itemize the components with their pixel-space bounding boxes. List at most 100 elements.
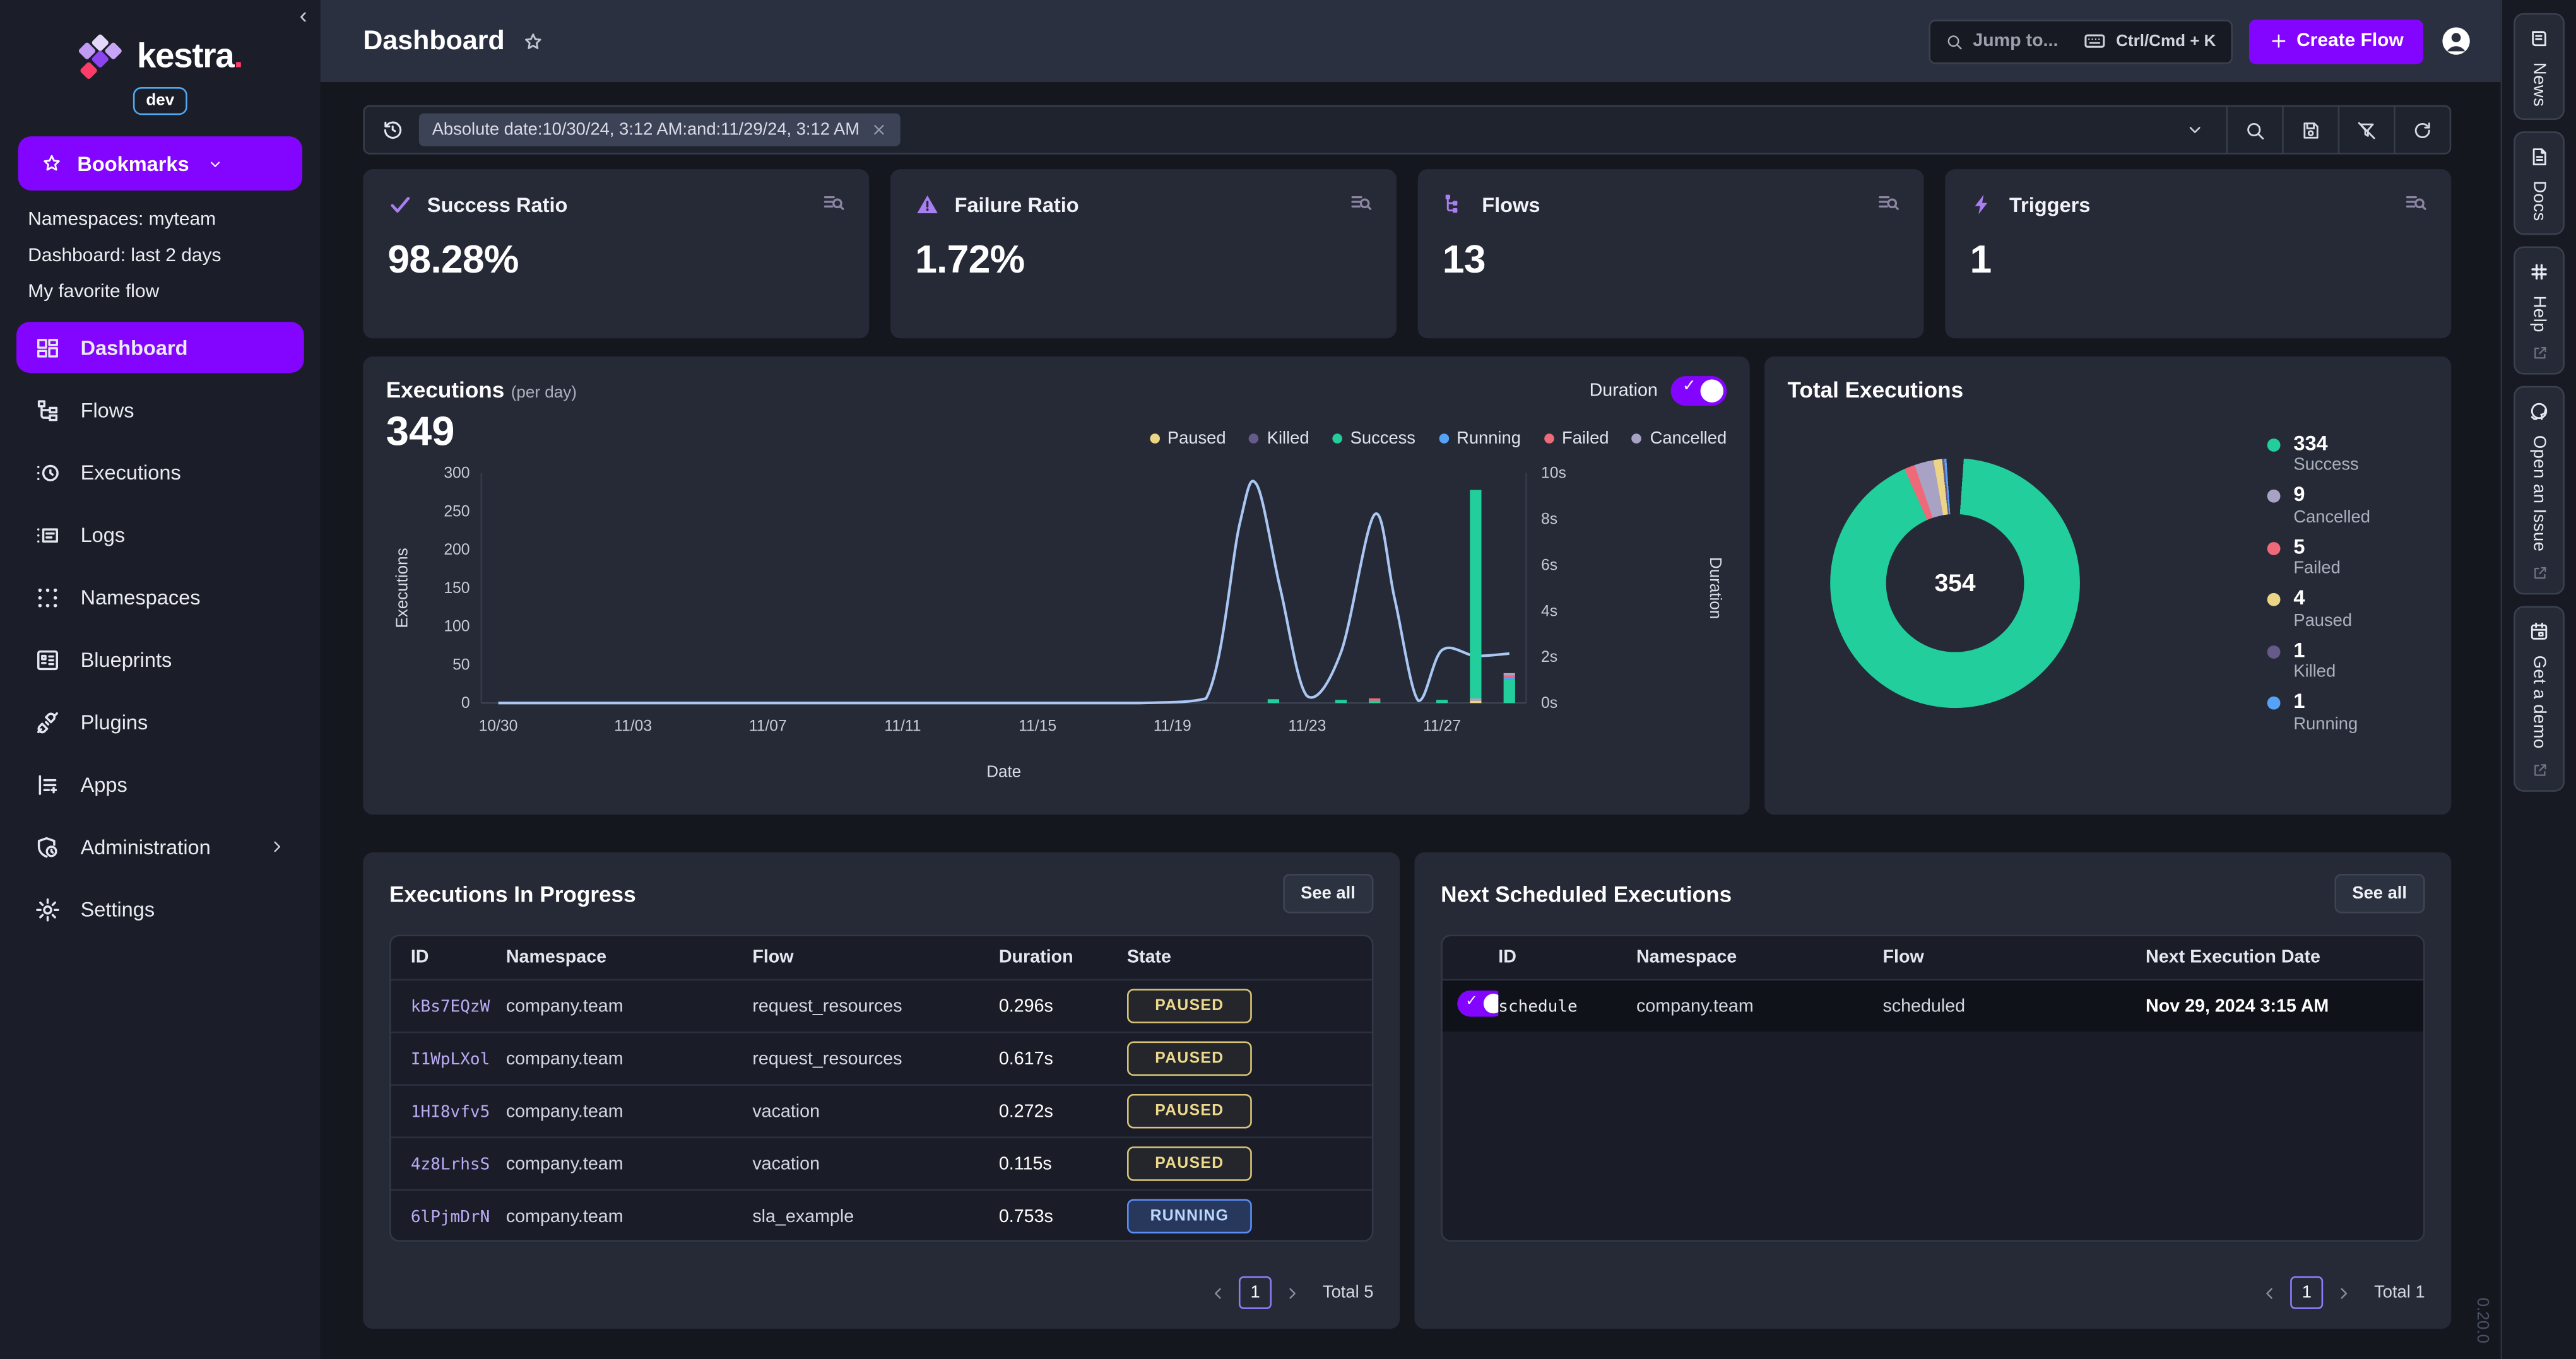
total-executions-donut: 354 [1830, 459, 2080, 709]
execution-id-link[interactable]: kBs7EQzW [411, 998, 490, 1016]
stat-card-value: 1.72% [915, 238, 1372, 284]
donut-legend-item-killed[interactable]: 1Killed [2267, 638, 2428, 683]
date-filter-chip[interactable]: Absolute date:10/30/24, 3:12 AM:and:11/2… [419, 114, 901, 146]
sidebar-item-dashboard[interactable]: Dashboard [16, 322, 304, 373]
namespace-cell: company.team [506, 1102, 753, 1121]
legend-item-cancelled[interactable]: Cancelled [1632, 428, 1727, 448]
legend-label: Failed [2293, 559, 2340, 580]
sidebar-item-administration[interactable]: Administration [16, 821, 304, 873]
execution-id-link[interactable]: 6lPjmDrN [411, 1208, 490, 1227]
rail-tab-open-an-issue[interactable]: Open an Issue [2514, 386, 2565, 594]
see-all-button[interactable]: See all [1283, 874, 1374, 913]
blueprints-icon [35, 646, 61, 673]
state-badge: PAUSED [1127, 989, 1252, 1023]
filter-save-button[interactable] [2282, 107, 2338, 153]
bookmarks-button[interactable]: Bookmarks [18, 136, 302, 191]
execution-row[interactable]: I1WpLXolcompany.teamrequest_resources0.6… [391, 1032, 1372, 1084]
total-executions-panel: Total Executions 354 334Success 9Cancelle… [1764, 356, 2451, 815]
bookmark-link[interactable]: My favorite flow [28, 283, 320, 302]
flow-cell: scheduled [1882, 996, 2146, 1016]
warning-icon [915, 192, 940, 217]
execution-row[interactable]: kBs7EQzWcompany.teamrequest_resources0.2… [391, 979, 1372, 1032]
bookmark-link[interactable]: Namespaces: myteam [28, 210, 320, 230]
sidebar-item-plugins[interactable]: Plugins [16, 697, 304, 748]
filter-search-button[interactable] [2226, 107, 2283, 153]
executions-panel: Executions(per day) Duration ✓ 349 Pause… [363, 356, 1749, 815]
chevron-down-icon [207, 155, 223, 172]
rail-tab-help[interactable]: Help [2514, 246, 2565, 375]
prev-page-icon[interactable] [1209, 1284, 1227, 1302]
legend-item-running[interactable]: Running [1438, 428, 1520, 448]
legend-dot [1438, 433, 1448, 444]
favorite-star-icon[interactable] [523, 30, 544, 52]
legend-item-success[interactable]: Success [1332, 428, 1415, 448]
execution-id-link[interactable]: 1HI8vfv5 [411, 1103, 490, 1121]
close-icon[interactable] [871, 122, 887, 138]
bookmark-link[interactable]: Dashboard: last 2 days [28, 247, 320, 266]
donut-legend-item-failed[interactable]: 5Failed [2267, 536, 2428, 580]
sidebar-item-executions[interactable]: Executions [16, 447, 304, 498]
legend-item-failed[interactable]: Failed [1544, 428, 1609, 448]
legend-label: Cancelled [2293, 507, 2370, 528]
execution-row[interactable]: 4z8LrhsScompany.teamvacation0.115sPAUSED [391, 1137, 1372, 1189]
sidebar-item-namespaces[interactable]: Namespaces [16, 572, 304, 623]
sidebar-item-apps[interactable]: Apps [16, 759, 304, 810]
donut-legend-item-paused[interactable]: 4Paused [2267, 587, 2428, 631]
user-avatar[interactable] [2440, 25, 2473, 57]
history-icon[interactable] [381, 118, 404, 141]
sidebar-item-label: Blueprints [81, 648, 172, 671]
donut-legend-item-success[interactable]: 334Success [2267, 432, 2428, 476]
search-shortcut: Ctrl/Cmd + K [2116, 32, 2216, 50]
next-page-icon[interactable] [2335, 1284, 2353, 1302]
sidebar-collapse-button[interactable]: ‹ [300, 2, 307, 28]
filter-off-icon [2356, 119, 2377, 141]
topbar: Dashboard Jump to... Ctrl/Cmd + K Create… [321, 0, 2501, 82]
sidebar-item-blueprints[interactable]: Blueprints [16, 634, 304, 685]
execution-row[interactable]: 6lPjmDrNcompany.teamsla_example0.753sRUN… [391, 1189, 1372, 1242]
rail-tab-get-a-demo[interactable]: Get a demo [2514, 606, 2565, 792]
svg-text:2s: 2s [1541, 649, 1557, 666]
duration-toggle[interactable]: Duration ✓ [1590, 376, 1727, 406]
legend-item-paused[interactable]: Paused [1149, 428, 1226, 448]
search-input[interactable]: Jump to... Ctrl/Cmd + K [1929, 19, 2233, 63]
donut-legend-item-cancelled[interactable]: 9Cancelled [2267, 484, 2428, 528]
list-search-icon[interactable] [1876, 191, 1901, 215]
donut-legend-item-running[interactable]: 1Running [2267, 690, 2428, 734]
create-flow-button[interactable]: Create Flow [2249, 19, 2423, 63]
sidebar-item-settings[interactable]: Settings [16, 884, 304, 935]
list-search-icon[interactable] [822, 191, 846, 215]
list-search-icon[interactable] [1349, 191, 1373, 215]
legend-value: 1 [2293, 638, 2336, 662]
see-all-button[interactable]: See all [2334, 874, 2425, 913]
state-badge: PAUSED [1127, 1042, 1252, 1076]
rail-tab-label: Get a demo [2529, 656, 2549, 749]
legend-item-killed[interactable]: Killed [1249, 428, 1309, 448]
current-page[interactable]: 1 [1239, 1276, 1272, 1309]
next-page-icon[interactable] [1283, 1284, 1301, 1302]
legend-dot [1149, 433, 1159, 444]
calendar-icon [2529, 621, 2550, 642]
stat-card-label: Flows [1482, 193, 1540, 216]
list-search-icon[interactable] [2404, 191, 2428, 215]
sidebar-item-label: Namespaces [81, 585, 201, 608]
legend-dot [2267, 490, 2281, 503]
executions-icon [35, 459, 61, 486]
rail-tab-docs[interactable]: Docs [2514, 131, 2565, 234]
rail-tab-news[interactable]: News [2514, 13, 2565, 120]
sidebar-item-logs[interactable]: Logs [16, 509, 304, 560]
execution-id-link[interactable]: 4z8LrhsS [411, 1155, 490, 1174]
total-executions-title: Total Executions [1787, 378, 1963, 403]
legend-dot [1249, 433, 1259, 444]
current-page[interactable]: 1 [2290, 1276, 2323, 1309]
execution-row[interactable]: 1HI8vfv5company.teamvacation0.272sPAUSED [391, 1084, 1372, 1136]
prev-page-icon[interactable] [2260, 1284, 2279, 1302]
filter-clear-button[interactable] [2338, 107, 2394, 153]
sidebar-item-label: Executions [81, 461, 181, 483]
trigger-enabled-toggle[interactable]: ✓ [1457, 991, 1498, 1017]
refresh-button[interactable] [2394, 107, 2450, 153]
scheduled-row[interactable]: ✓schedulecompany.teamscheduledNov 29, 20… [1443, 979, 2423, 1032]
filter-expand-button[interactable] [2164, 107, 2226, 153]
sidebar-item-flows[interactable]: Flows [16, 384, 304, 435]
execution-id-link[interactable]: I1WpLXol [411, 1050, 490, 1069]
duration-cell: 0.272s [999, 1102, 1127, 1121]
